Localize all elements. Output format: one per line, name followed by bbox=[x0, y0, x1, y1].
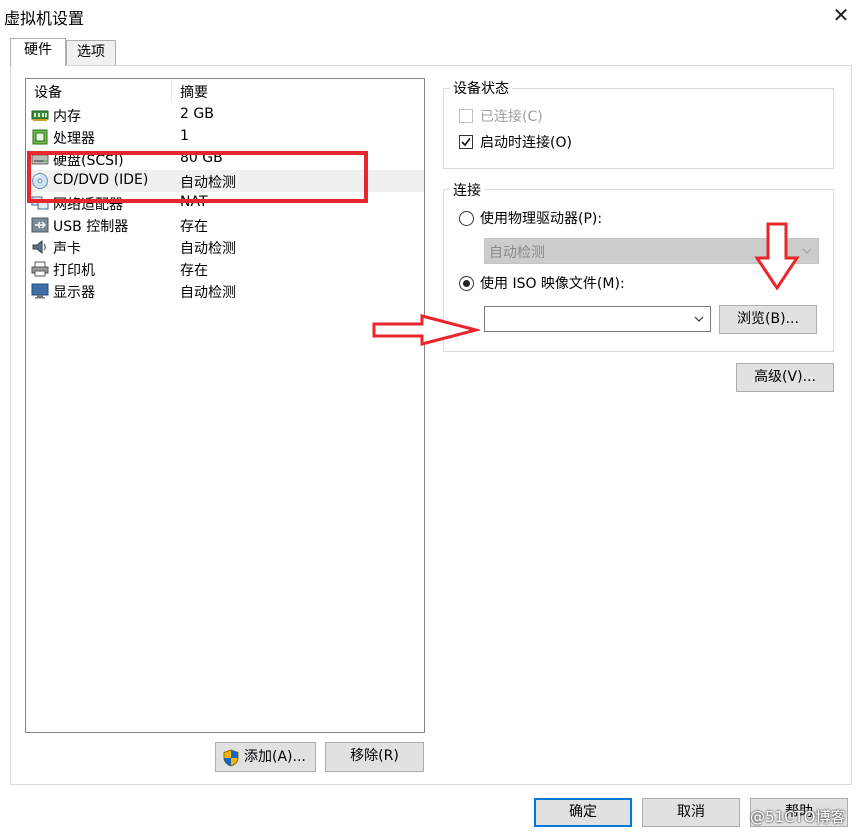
ok-button[interactable]: 确定 bbox=[534, 798, 632, 827]
advanced-button[interactable]: 高级(V)... bbox=[736, 363, 834, 392]
device-row-memory[interactable]: 内存 2 GB bbox=[26, 104, 424, 126]
sound-card-icon bbox=[32, 239, 46, 255]
add-button[interactable]: 添加(A)... bbox=[215, 742, 316, 772]
column-separator[interactable] bbox=[171, 81, 172, 101]
tab-options[interactable]: 选项 bbox=[66, 40, 116, 65]
device-row-sound-card[interactable]: 声卡 自动检测 bbox=[26, 236, 424, 258]
annotation-arrow-right bbox=[372, 314, 480, 346]
device-summary: 自动检测 bbox=[180, 285, 236, 301]
annotation-arrow-down bbox=[754, 222, 800, 290]
shield-icon bbox=[223, 749, 239, 767]
annotation-highlight-box bbox=[27, 151, 368, 203]
list-header: 设备 摘要 bbox=[26, 79, 424, 103]
iso-image-radio[interactable] bbox=[459, 276, 474, 291]
device-summary: 2 GB bbox=[180, 106, 214, 122]
device-name: 处理器 bbox=[53, 131, 95, 147]
memory-icon bbox=[31, 110, 49, 121]
device-summary: 存在 bbox=[180, 263, 208, 279]
device-summary: 1 bbox=[180, 128, 189, 144]
iso-path-combobox[interactable] bbox=[484, 306, 711, 332]
physical-drive-dropdown-value: 自动检测 bbox=[489, 245, 545, 261]
title-bar: 虚拟机设置 ✕ bbox=[0, 0, 860, 30]
chevron-down-icon bbox=[802, 248, 812, 254]
chevron-down-icon[interactable] bbox=[694, 316, 704, 323]
connected-checkbox[interactable] bbox=[459, 109, 473, 123]
printer-icon bbox=[31, 261, 49, 277]
physical-drive-radio[interactable] bbox=[459, 211, 474, 226]
device-name: 显示器 bbox=[53, 285, 95, 301]
connected-label: 已连接(C) bbox=[480, 109, 543, 125]
connect-at-power-on-label: 启动时连接(O) bbox=[480, 135, 572, 151]
window-title: 虚拟机设置 bbox=[4, 9, 85, 28]
watermark: @51CTO博客 bbox=[750, 808, 846, 826]
column-header-summary[interactable]: 摘要 bbox=[180, 82, 208, 102]
connection-title: 连接 bbox=[450, 180, 484, 200]
close-icon[interactable]: ✕ bbox=[828, 2, 854, 28]
browse-button[interactable]: 浏览(B)... bbox=[719, 305, 817, 334]
device-name: 声卡 bbox=[53, 241, 81, 257]
iso-image-label: 使用 ISO 映像文件(M): bbox=[480, 276, 625, 292]
device-name: 打印机 bbox=[53, 263, 95, 279]
device-row-usb-controller[interactable]: USB 控制器 存在 bbox=[26, 214, 424, 236]
cancel-button[interactable]: 取消 bbox=[642, 798, 740, 827]
remove-button[interactable]: 移除(R) bbox=[325, 742, 424, 772]
device-row-processor[interactable]: 处理器 1 bbox=[26, 126, 424, 148]
connect-at-power-on-checkbox[interactable] bbox=[459, 135, 473, 149]
device-status-title: 设备状态 bbox=[450, 78, 512, 98]
device-summary: 自动检测 bbox=[180, 241, 236, 257]
device-row-display[interactable]: 显示器 自动检测 bbox=[26, 280, 424, 302]
tab-hardware[interactable]: 硬件 bbox=[10, 38, 66, 66]
display-icon bbox=[31, 283, 49, 299]
checkmark-icon bbox=[461, 138, 471, 147]
device-status-group bbox=[443, 88, 834, 169]
device-row-printer[interactable]: 打印机 存在 bbox=[26, 258, 424, 280]
add-button-label: 添加(A)... bbox=[244, 749, 306, 765]
device-summary: 存在 bbox=[180, 219, 208, 235]
physical-drive-label: 使用物理驱动器(P): bbox=[480, 211, 603, 227]
device-name: 内存 bbox=[53, 109, 81, 125]
processor-icon bbox=[32, 129, 48, 145]
column-header-device[interactable]: 设备 bbox=[34, 82, 62, 102]
device-name: USB 控制器 bbox=[53, 219, 129, 235]
usb-icon bbox=[31, 217, 49, 233]
